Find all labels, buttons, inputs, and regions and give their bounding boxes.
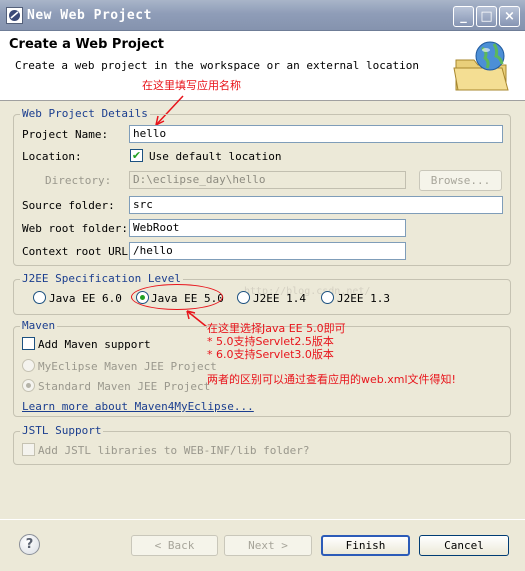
annotation-name-hint: 在这里填写应用名称 [142, 79, 241, 92]
add-jstl-label: Add JSTL libraries to WEB-INF/lib folder… [38, 444, 310, 457]
directory-label: Directory: [45, 174, 112, 187]
footer-separator [0, 519, 525, 520]
page-title: Create a Web Project [9, 37, 164, 52]
standard-maven-project-radio[interactable] [22, 379, 35, 392]
minimize-button[interactable]: _ [453, 6, 474, 27]
use-default-location-checkbox[interactable]: ✔ [130, 149, 143, 162]
annotation-j2ee-line: * 6.0支持Servlet3.0版本 [207, 348, 334, 361]
j2ee-1-3-radio[interactable] [321, 291, 334, 304]
use-default-location-label: Use default location [149, 150, 282, 163]
web-root-folder-input[interactable]: WebRoot [129, 219, 406, 237]
source-folder-label: Source folder: [22, 199, 115, 212]
title-bar[interactable]: New Web Project _ □ × [0, 0, 525, 31]
web-root-folder-label: Web root folder: [22, 222, 128, 235]
project-name-input[interactable]: hello [129, 125, 503, 143]
context-root-input[interactable]: /hello [129, 242, 406, 260]
finish-button[interactable]: Finish [321, 535, 410, 556]
j2ee-1-4-label: J2EE 1.4 [253, 292, 306, 305]
annotation-j2ee-notes: 在这里选择Java EE 5.0即可 * 5.0支持Servlet2.5版本 *… [207, 322, 346, 361]
source-folder-input[interactable]: src [129, 196, 503, 214]
jstl-group-title: JSTL Support [20, 424, 104, 437]
j2ee-group-title: J2EE Specification Level [20, 272, 183, 285]
add-maven-support-checkbox[interactable] [22, 337, 35, 350]
back-button[interactable]: < Back [131, 535, 218, 556]
learn-more-maven-link[interactable]: Learn more about Maven4MyEclipse... [22, 400, 254, 413]
project-name-label: Project Name: [22, 128, 109, 141]
myeclipse-maven-project-radio[interactable] [22, 359, 35, 372]
maven-group-title: Maven [20, 319, 58, 332]
myeclipse-app-icon [6, 7, 23, 24]
j2ee-1-3-label: J2EE 1.3 [337, 292, 390, 305]
standard-maven-project-label: Standard Maven JEE Project [38, 380, 211, 393]
add-maven-support-label: Add Maven support [38, 338, 151, 351]
annotation-difference: 两者的区别可以通过查看应用的web.xml文件得知! [207, 373, 456, 386]
details-group-title: Web Project Details [20, 107, 150, 120]
page-description: Create a web project in the workspace or… [15, 59, 419, 72]
next-button[interactable]: Next > [224, 535, 312, 556]
location-label: Location: [22, 150, 82, 163]
annotation-j2ee-line: * 5.0支持Servlet2.5版本 [207, 335, 334, 348]
close-button[interactable]: × [499, 6, 520, 27]
j2ee-1-4-radio[interactable] [237, 291, 250, 304]
annotation-highlight-oval [131, 284, 223, 310]
web-project-globe-icon [452, 38, 510, 96]
browse-button[interactable]: Browse... [419, 170, 502, 191]
maximize-button[interactable]: □ [476, 6, 497, 27]
context-root-label: Context root URL: [22, 245, 135, 258]
wizard-header: Create a Web Project Create a web projec… [0, 31, 525, 101]
directory-input[interactable]: D:\eclipse_day\hello [129, 171, 406, 189]
java-ee-6-radio[interactable] [33, 291, 46, 304]
window-title: New Web Project [27, 8, 152, 23]
java-ee-6-label: Java EE 6.0 [49, 292, 122, 305]
help-icon[interactable]: ? [19, 534, 40, 555]
annotation-j2ee-line: 在这里选择Java EE 5.0即可 [207, 322, 346, 335]
add-jstl-checkbox[interactable] [22, 443, 35, 456]
cancel-button[interactable]: Cancel [419, 535, 509, 556]
myeclipse-maven-project-label: MyEclipse Maven JEE Project [38, 360, 217, 373]
